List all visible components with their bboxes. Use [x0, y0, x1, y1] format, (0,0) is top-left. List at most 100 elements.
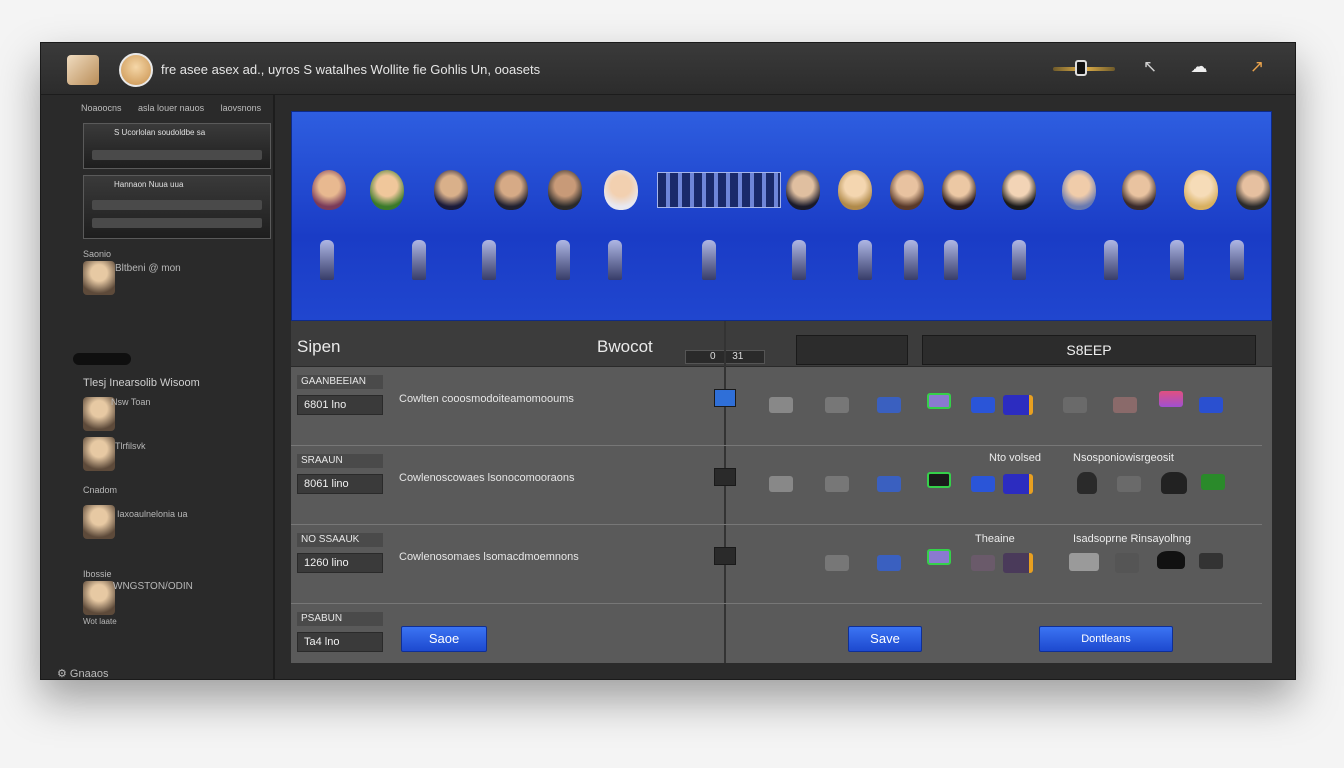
sidebar-item-label[interactable]: Nsw Toan — [111, 397, 150, 407]
figure-icon — [320, 240, 334, 280]
figure-icon — [412, 240, 426, 280]
table-row[interactable]: SRAAUN 8061 lino Cowlenoscowaes lsonocom… — [291, 446, 1262, 525]
avatar[interactable] — [434, 170, 468, 210]
save-button[interactable]: Saoe — [401, 626, 487, 652]
table-row[interactable]: PSABUN Ta4 lno Saoe Save Dontleans — [291, 604, 1262, 679]
row-value-field[interactable]: 1260 lino — [297, 553, 383, 573]
empty-toolbar-button[interactable] — [796, 335, 908, 365]
avatar[interactable] — [83, 505, 115, 539]
avatar[interactable] — [604, 170, 638, 210]
card-strip — [92, 200, 262, 210]
chat-icon[interactable]: ☁ — [1188, 56, 1210, 78]
sidebar-item-label[interactable]: Iaxoaulnelonia ua — [117, 509, 188, 519]
sidebar-section-title: Tlesj Inearsolib Wisoom — [83, 377, 200, 389]
tool-icon[interactable] — [877, 476, 901, 492]
tool-icon[interactable] — [1113, 397, 1137, 413]
figure-icon — [1012, 240, 1026, 280]
card-strip — [92, 150, 262, 160]
table-row[interactable]: GAANBEEIAN 6801 lno Cowlten cooosmodoite… — [291, 367, 1262, 446]
avatar[interactable] — [370, 170, 404, 210]
tool-icon[interactable] — [877, 555, 901, 571]
avatar[interactable] — [83, 261, 115, 295]
sidebar-card-1[interactable]: S Ucorlolan soudoldbe sa — [83, 123, 271, 169]
row-value-field[interactable]: 8061 lino — [297, 474, 383, 494]
sidebar-card-label: Hannaon Nuua uua — [114, 180, 184, 189]
tool-icon[interactable] — [769, 476, 793, 492]
avatar[interactable] — [83, 437, 115, 471]
tool-icon[interactable] — [971, 476, 995, 492]
row-toggle[interactable] — [714, 547, 736, 565]
tool-icon[interactable] — [825, 555, 849, 571]
row-note: Theaine — [975, 533, 1015, 545]
sidebar-footer-label: Gnaaos — [69, 668, 109, 680]
sidebar-item-label[interactable]: Tlrfilsvk — [115, 441, 146, 451]
sidebar-tab-2[interactable]: asla louer nauos — [138, 103, 204, 113]
user-avatar[interactable] — [119, 53, 153, 87]
thumbnail-grid[interactable] — [657, 172, 781, 208]
tool-icon[interactable] — [971, 397, 995, 413]
tool-icon[interactable] — [1159, 391, 1183, 407]
share-icon[interactable]: ↗ — [1246, 56, 1268, 78]
tool-icon[interactable] — [1201, 474, 1225, 490]
sidebar-tabs: Noaoocns asla louer nauos laovsnons — [81, 103, 275, 113]
figure-icon — [608, 240, 622, 280]
row-description: Cowlenosomaes lsomacdmoemnons — [399, 551, 579, 563]
avatar[interactable] — [548, 170, 582, 210]
row-value-field[interactable]: 6801 lno — [297, 395, 383, 415]
sidebar-item-caption: Saonio — [83, 249, 112, 259]
avatar[interactable] — [786, 170, 820, 210]
tool-icon[interactable] — [825, 476, 849, 492]
tool-icon[interactable] — [1161, 472, 1187, 494]
avatar[interactable] — [83, 581, 115, 615]
back-arrow-icon[interactable]: ↖ — [1139, 56, 1161, 78]
row-toggle[interactable] — [714, 468, 736, 486]
row-note: Isadsoprne Rinsayolhng — [1073, 533, 1192, 545]
tool-icon[interactable] — [927, 472, 951, 488]
avatar[interactable] — [494, 170, 528, 210]
tool-icon[interactable] — [825, 397, 849, 413]
tool-icon[interactable] — [1115, 553, 1139, 573]
avatar[interactable] — [838, 170, 872, 210]
sidebar-tab-3[interactable]: laovsnons — [221, 103, 262, 113]
tool-icon[interactable] — [1199, 553, 1223, 569]
panel-column-title: Bwocot — [597, 337, 653, 356]
tool-icon[interactable] — [1077, 472, 1097, 494]
avatar[interactable] — [1184, 170, 1218, 210]
avatar[interactable] — [1122, 170, 1156, 210]
tool-icon[interactable] — [1003, 553, 1033, 573]
zoom-slider-handle[interactable] — [1075, 60, 1087, 76]
tool-icon[interactable] — [1063, 397, 1087, 413]
content-panel: Sipen Bwocot 0 31 S8EEP GAANBEEIAN 6801 … — [291, 321, 1272, 663]
tool-icon[interactable] — [1117, 476, 1141, 492]
tool-icon[interactable] — [1003, 474, 1033, 494]
avatar[interactable] — [942, 170, 976, 210]
row-toggle[interactable] — [714, 389, 736, 407]
tool-icon[interactable] — [769, 397, 793, 413]
avatar[interactable] — [890, 170, 924, 210]
avatar[interactable] — [312, 170, 346, 210]
avatar[interactable] — [1062, 170, 1096, 210]
tool-icon[interactable] — [1003, 395, 1033, 415]
save-button-secondary[interactable]: Save — [848, 626, 922, 652]
sidebar-item-label[interactable]: Bltbeni @ mon — [115, 263, 181, 274]
tool-icon[interactable] — [1157, 551, 1185, 569]
tool-icon[interactable] — [971, 555, 995, 571]
avatar[interactable] — [1236, 170, 1270, 210]
tool-icon[interactable] — [1069, 553, 1099, 571]
sidebar-footer[interactable]: ⚙ Gnaaos — [57, 667, 109, 680]
sidebar-item-subtitle: Wot laate — [83, 617, 117, 626]
row-value-field[interactable]: Ta4 lno — [297, 632, 383, 652]
details-button[interactable]: Dontleans — [1039, 626, 1173, 652]
table-row[interactable]: NO SSAAUK 1260 lino Cowlenosomaes lsomac… — [291, 525, 1262, 604]
sidebar-card-2[interactable]: Hannaon Nuua uua — [83, 175, 271, 239]
sidebar-item-label[interactable]: WNGSTON/ODIN — [113, 581, 193, 592]
tool-icon[interactable] — [877, 397, 901, 413]
figure-icon — [556, 240, 570, 280]
row-note: Nto volsed — [989, 452, 1041, 464]
sidebar-tab-1[interactable]: Noaoocns — [81, 103, 122, 113]
avatar[interactable] — [1002, 170, 1036, 210]
header-action-button[interactable]: S8EEP — [922, 335, 1256, 365]
tool-icon[interactable] — [927, 393, 951, 409]
tool-icon[interactable] — [927, 549, 951, 565]
tool-icon[interactable] — [1199, 397, 1223, 413]
